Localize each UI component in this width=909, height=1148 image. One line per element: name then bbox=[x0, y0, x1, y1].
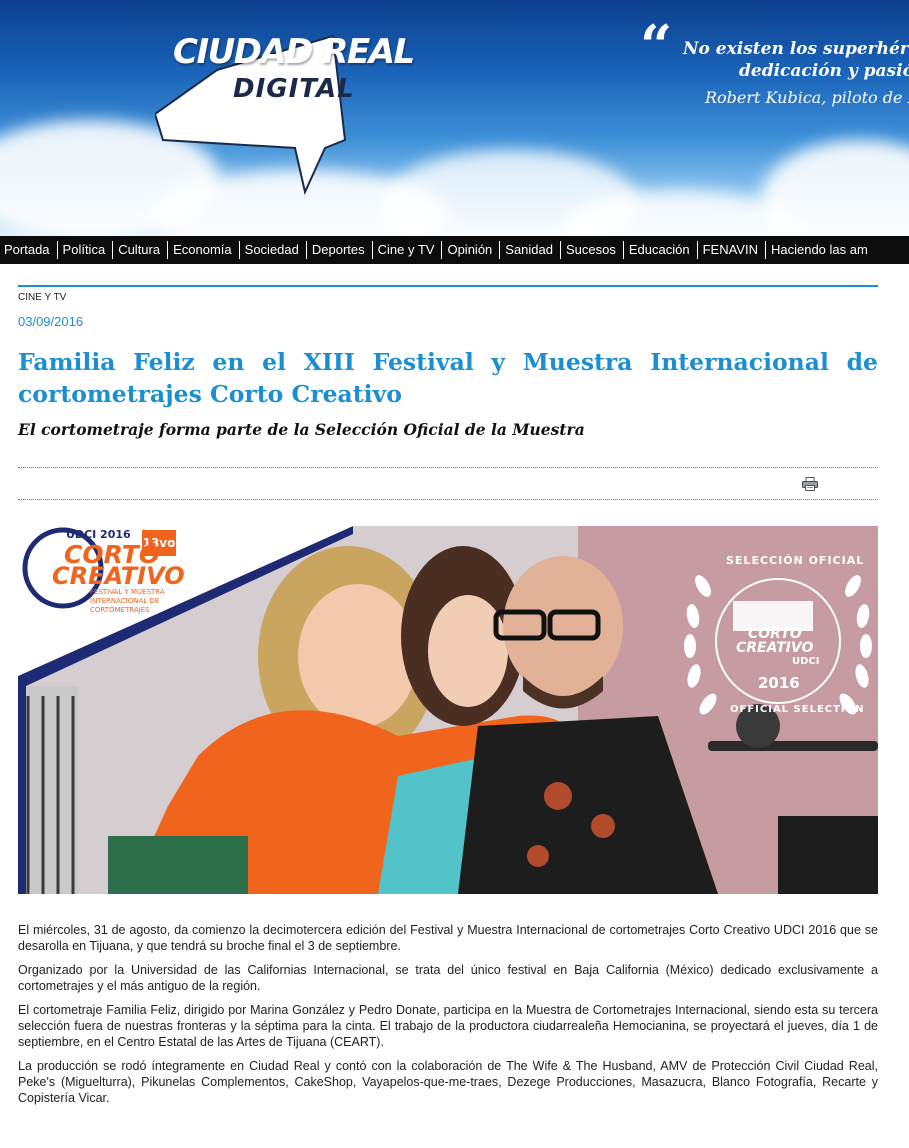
festival-tagline-1: FESTIVAL Y MUESTRA bbox=[90, 588, 165, 596]
nav-item-sucesos[interactable]: Sucesos bbox=[561, 241, 624, 259]
nav-item-portada[interactable]: Portada bbox=[0, 241, 58, 259]
quote-author: Robert Kubica, piloto de F bbox=[705, 88, 909, 107]
nav-item-educacion[interactable]: Educación bbox=[624, 241, 698, 259]
logo-title: CIUDAD REAL bbox=[173, 32, 415, 72]
nav-item-deportes[interactable]: Deportes bbox=[307, 241, 373, 259]
nav-item-politica[interactable]: Política bbox=[58, 241, 114, 259]
festival-word-creativo: CREATIVO bbox=[52, 562, 185, 590]
article-paragraph: Organizado por la Universidad de las Cal… bbox=[18, 963, 878, 993]
article-paragraph: La producción se rodó íntegramente en Ci… bbox=[18, 1059, 878, 1105]
article-paragraph: El miércoles, 31 de agosto, da comienzo … bbox=[18, 923, 878, 953]
article-title: Familia Feliz en el XIII Festival y Mues… bbox=[18, 348, 878, 408]
site-header: CIUDAD REAL DIGITAL “ No existen los sup… bbox=[0, 0, 909, 236]
section-rule bbox=[18, 285, 878, 287]
nav-item-sociedad[interactable]: Sociedad bbox=[240, 241, 307, 259]
quote-line-2: dedicación y pasión bbox=[739, 61, 909, 81]
nav-item-economia[interactable]: Economía bbox=[168, 241, 240, 259]
festival-tagline-2: INTERNACIONAL DE bbox=[90, 597, 160, 605]
nav-item-haciendo[interactable]: Haciendo las am bbox=[766, 241, 875, 259]
festival-tagline-3: CORTOMETRAJES bbox=[90, 606, 150, 614]
nav-item-fenavin[interactable]: FENAVIN bbox=[698, 241, 766, 259]
cloud-decoration bbox=[760, 140, 909, 236]
seal-bottom-text: OFFICIAL SELECTION bbox=[730, 704, 865, 715]
seal-top-text: SELECCIÓN OFICIAL bbox=[726, 554, 865, 567]
article-date: 03/09/2016 bbox=[18, 314, 84, 329]
article-photo: UDCI 2016 13vo CORTO CREATIVO FESTIVAL Y… bbox=[18, 526, 878, 894]
quote-line-1: No existen los superhéroes bbox=[683, 39, 909, 59]
site-logo[interactable]: CIUDAD REAL DIGITAL bbox=[155, 30, 415, 200]
seal-org: UDCI bbox=[792, 656, 820, 667]
quote-icon: “ bbox=[640, 13, 673, 79]
nav-item-sanidad[interactable]: Sanidad bbox=[500, 241, 561, 259]
article-subtitle: El cortometraje forma parte de la Selecc… bbox=[18, 420, 585, 439]
header-quote: No existen los superhéroes dedicación y … bbox=[683, 38, 909, 82]
seal-year: 2016 bbox=[758, 674, 800, 692]
section-label[interactable]: CINE Y TV bbox=[18, 292, 66, 303]
divider bbox=[18, 499, 878, 500]
main-nav: Portada Política Cultura Economía Socied… bbox=[0, 236, 909, 264]
nav-item-cultura[interactable]: Cultura bbox=[113, 241, 169, 259]
article-paragraph: El cortometraje Familia Feliz, dirigido … bbox=[18, 1003, 878, 1049]
printer-icon[interactable] bbox=[802, 477, 818, 491]
seal-name-2: CREATIVO bbox=[736, 640, 814, 656]
nav-item-opinion[interactable]: Opinión bbox=[442, 241, 501, 259]
nav-item-cine-tv[interactable]: Cine y TV bbox=[373, 241, 443, 259]
divider bbox=[18, 467, 878, 468]
logo-subtitle: DIGITAL bbox=[233, 74, 355, 104]
article-body: El miércoles, 31 de agosto, da comienzo … bbox=[18, 922, 878, 1114]
